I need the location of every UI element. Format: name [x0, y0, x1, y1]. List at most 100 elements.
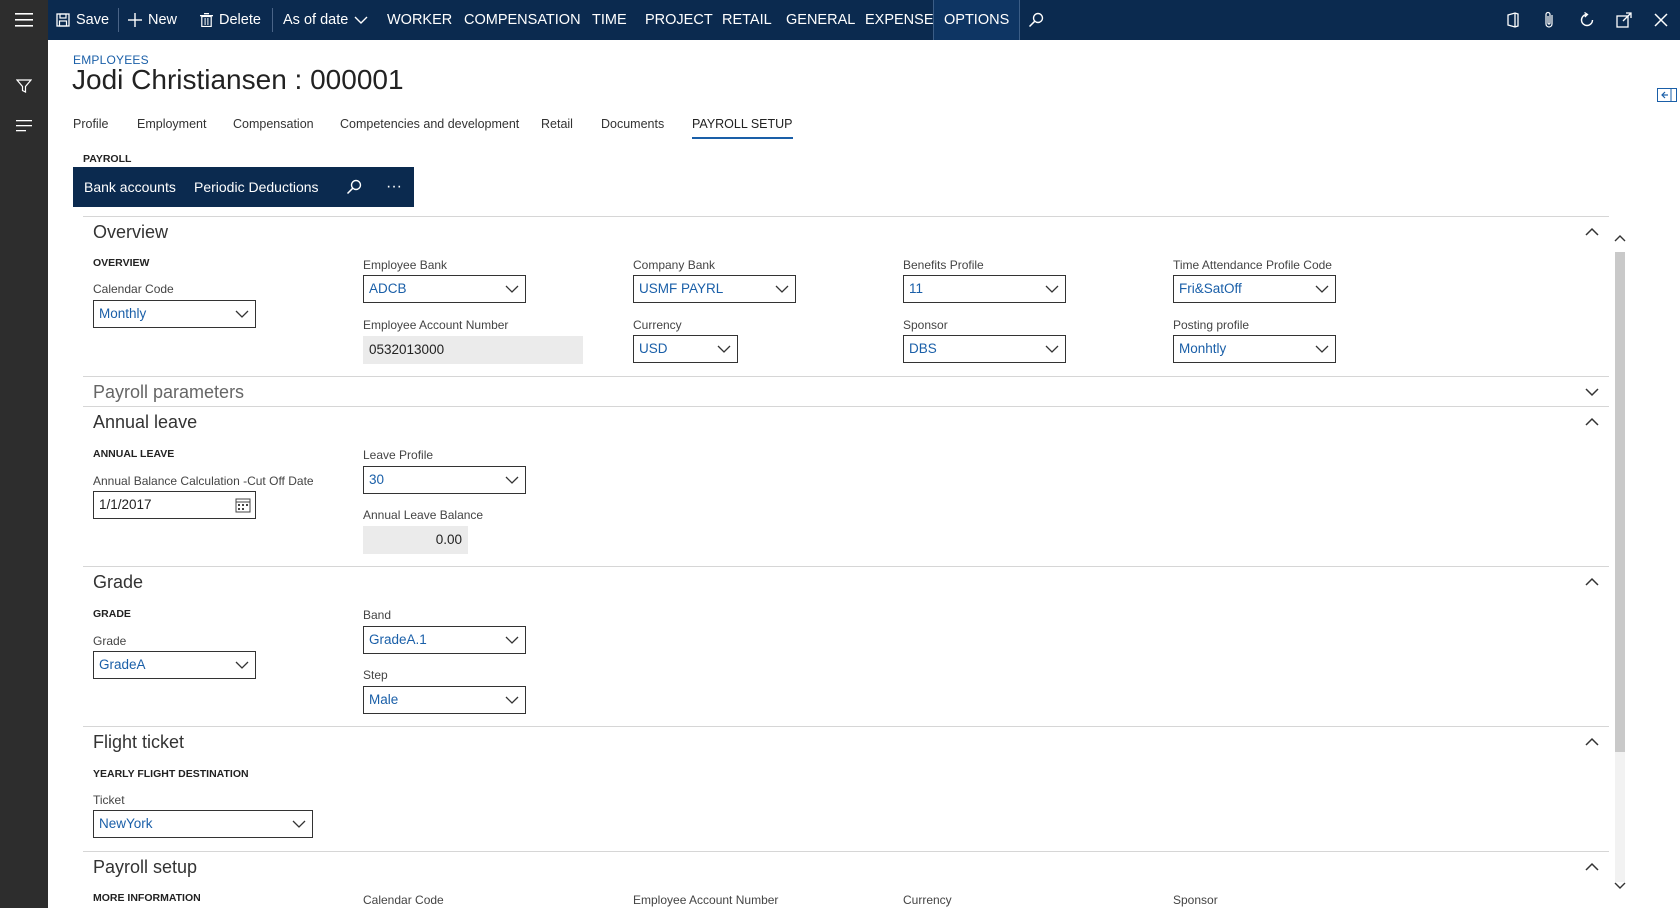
menu-compensation[interactable]: COMPENSATION: [464, 0, 581, 40]
posting-profile-dropdown[interactable]: Monhtly: [1173, 335, 1336, 363]
group-label-grade: GRADE: [93, 608, 131, 620]
section-divider: [83, 216, 1609, 217]
scroll-thumb[interactable]: [1615, 252, 1625, 752]
company-bank-dropdown[interactable]: USMF PAYRL: [633, 275, 796, 303]
new-button[interactable]: New: [128, 0, 177, 40]
leave-profile-dropdown[interactable]: 30: [363, 466, 526, 494]
menu-options[interactable]: OPTIONS: [933, 0, 1021, 40]
collapse-annual-leave-button[interactable]: [1584, 414, 1600, 430]
close-icon: [1654, 13, 1668, 27]
section-title-flight-ticket[interactable]: Flight ticket: [93, 732, 184, 753]
expand-payroll-parameters-button[interactable]: [1584, 384, 1600, 400]
tab-documents[interactable]: Documents: [601, 117, 664, 131]
list-icon: [16, 120, 32, 132]
chevron-up-icon: [1585, 227, 1599, 236]
menu-retail[interactable]: RETAIL: [722, 0, 772, 40]
section-title-payroll-parameters[interactable]: Payroll parameters: [93, 382, 244, 403]
tab-retail[interactable]: Retail: [541, 117, 573, 131]
section-title-payroll-setup[interactable]: Payroll setup: [93, 857, 197, 878]
ticket-dropdown[interactable]: NewYork: [93, 810, 313, 838]
office-button[interactable]: [1503, 10, 1523, 30]
employee-account-number-field: 0532013000: [363, 336, 583, 364]
benefits-profile-value: 11: [909, 281, 924, 296]
sponsor-label: Sponsor: [903, 318, 948, 332]
toolbar-divider: [272, 8, 273, 32]
posting-profile-label: Posting profile: [1173, 318, 1250, 332]
attachment-button[interactable]: [1540, 10, 1560, 30]
band-dropdown[interactable]: GradeA.1: [363, 626, 526, 654]
currency-label: Currency: [633, 318, 682, 332]
group-label-flight-destination: YEARLY FLIGHT DESTINATION: [93, 768, 249, 780]
annual-leave-balance-field: 0.00: [363, 526, 468, 554]
menu-expense[interactable]: EXPENSE: [865, 0, 934, 40]
grade-label: Grade: [93, 634, 127, 648]
chevron-up-icon: [1585, 577, 1599, 586]
save-button[interactable]: Save: [56, 0, 109, 40]
bank-accounts-button[interactable]: Bank accounts: [84, 167, 176, 207]
scroll-down-button[interactable]: [1612, 878, 1628, 894]
employee-bank-label: Employee Bank: [363, 258, 448, 272]
tab-payroll-setup[interactable]: PAYROLL SETUP: [692, 117, 793, 139]
menu-project[interactable]: PROJECT: [645, 0, 713, 40]
collapse-grade-button[interactable]: [1584, 574, 1600, 590]
refresh-button[interactable]: [1577, 10, 1597, 30]
menu-compensation-label: COMPENSATION: [464, 12, 581, 28]
search-icon: [1028, 12, 1044, 28]
group-label-annual-leave: ANNUAL LEAVE: [93, 448, 175, 460]
cutoff-date-label: Annual Balance Calculation -Cut Off Date: [93, 474, 314, 488]
menu-worker[interactable]: WORKER: [387, 0, 452, 40]
step-label: Step: [363, 668, 388, 682]
delete-button[interactable]: Delete: [200, 0, 261, 40]
filter-button[interactable]: [14, 76, 34, 96]
as-of-date-dropdown[interactable]: As of date: [283, 0, 368, 40]
ticket-value: NewYork: [99, 816, 153, 831]
time-attendance-profile-dropdown[interactable]: Fri&SatOff: [1173, 275, 1336, 303]
employee-bank-value: ADCB: [369, 281, 407, 296]
menu-time[interactable]: TIME: [592, 0, 627, 40]
tab-profile[interactable]: Profile: [73, 117, 108, 131]
open-new-window-button[interactable]: [1614, 10, 1634, 30]
more-options-button[interactable]: ···: [386, 167, 402, 207]
vertical-scrollbar[interactable]: [1612, 226, 1628, 896]
close-button[interactable]: [1651, 10, 1671, 30]
chevron-down-icon: [775, 285, 789, 293]
tab-competencies[interactable]: Competencies and development: [340, 117, 519, 131]
benefits-profile-dropdown[interactable]: 11: [903, 275, 1066, 303]
periodic-deductions-button[interactable]: Periodic Deductions: [194, 167, 319, 207]
section-title-annual-leave[interactable]: Annual leave: [93, 412, 197, 433]
payroll-setup-account-number-label: Employee Account Number: [633, 893, 779, 907]
currency-dropdown[interactable]: USD: [633, 335, 738, 363]
employee-bank-dropdown[interactable]: ADCB: [363, 275, 526, 303]
menu-options-label: OPTIONS: [944, 12, 1010, 28]
sponsor-value: DBS: [909, 341, 937, 356]
plus-icon: [128, 13, 142, 27]
expand-pane-button[interactable]: [1657, 88, 1677, 102]
grade-dropdown[interactable]: GradeA: [93, 651, 256, 679]
section-title-grade[interactable]: Grade: [93, 572, 143, 593]
annual-leave-balance-label: Annual Leave Balance: [363, 508, 484, 522]
collapse-overview-button[interactable]: [1584, 224, 1600, 240]
section-divider: [83, 406, 1609, 407]
list-button[interactable]: [14, 116, 34, 136]
calendar-code-dropdown[interactable]: Monthly: [93, 300, 256, 328]
chevron-down-icon: [1315, 345, 1329, 353]
topbar-search-button[interactable]: [1028, 0, 1044, 40]
menu-project-label: PROJECT: [645, 12, 713, 28]
action-search-button[interactable]: [346, 167, 362, 207]
menu-general[interactable]: GENERAL: [786, 0, 855, 40]
benefits-profile-label: Benefits Profile: [903, 258, 984, 272]
step-dropdown[interactable]: Male: [363, 686, 526, 714]
cutoff-date-field[interactable]: 1/1/2017: [93, 491, 256, 519]
scroll-up-button[interactable]: [1612, 230, 1628, 246]
collapse-flight-ticket-button[interactable]: [1584, 734, 1600, 750]
sponsor-dropdown[interactable]: DBS: [903, 335, 1066, 363]
tab-employment[interactable]: Employment: [137, 117, 206, 131]
chevron-down-icon: [505, 285, 519, 293]
tab-compensation[interactable]: Compensation: [233, 117, 314, 131]
collapse-payroll-setup-button[interactable]: [1584, 859, 1600, 875]
company-bank-label: Company Bank: [633, 258, 716, 272]
menu-expense-label: EXPENSE: [865, 12, 934, 28]
navigation-menu-button[interactable]: [0, 0, 48, 40]
calendar-icon[interactable]: [235, 497, 251, 513]
section-title-overview[interactable]: Overview: [93, 222, 168, 243]
